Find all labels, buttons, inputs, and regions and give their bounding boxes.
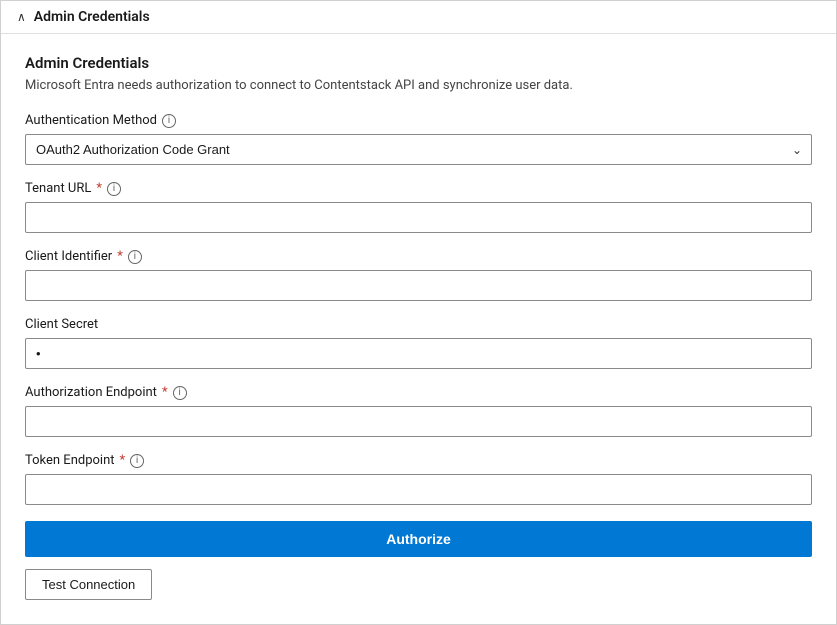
client-secret-field-group: Client Secret <box>25 317 812 369</box>
tenant-url-label: Tenant URL * i <box>25 181 812 196</box>
token-endpoint-field-group: Token Endpoint * i <box>25 453 812 505</box>
client-secret-input[interactable] <box>25 338 812 369</box>
token-endpoint-input[interactable] <box>25 474 812 505</box>
auth-method-select-wrapper: OAuth2 Authorization Code Grant Basic Au… <box>25 134 812 165</box>
auth-method-label-text: Authentication Method <box>25 113 157 128</box>
token-endpoint-info-icon[interactable]: i <box>130 454 144 468</box>
section-description: Microsoft Entra needs authorization to c… <box>25 78 812 93</box>
tenant-url-field-group: Tenant URL * i <box>25 181 812 233</box>
panel-content: Admin Credentials Microsoft Entra needs … <box>1 34 836 624</box>
panel-header-title: Admin Credentials <box>34 9 150 25</box>
token-endpoint-label: Token Endpoint * i <box>25 453 812 468</box>
auth-endpoint-label-text: Authorization Endpoint <box>25 385 157 400</box>
authorize-button[interactable]: Authorize <box>25 521 812 557</box>
client-identifier-info-icon[interactable]: i <box>128 250 142 264</box>
tenant-url-info-icon[interactable]: i <box>107 182 121 196</box>
client-secret-label: Client Secret <box>25 317 812 332</box>
client-identifier-label-text: Client Identifier <box>25 249 112 264</box>
auth-endpoint-field-group: Authorization Endpoint * i <box>25 385 812 437</box>
client-secret-label-text: Client Secret <box>25 317 98 332</box>
buttons-row: Authorize Test Connection <box>25 521 812 600</box>
auth-endpoint-info-icon[interactable]: i <box>173 386 187 400</box>
auth-endpoint-label: Authorization Endpoint * i <box>25 385 812 400</box>
auth-method-info-icon[interactable]: i <box>162 114 176 128</box>
auth-method-label: Authentication Method i <box>25 113 812 128</box>
token-endpoint-label-text: Token Endpoint <box>25 453 115 468</box>
auth-method-field-group: Authentication Method i OAuth2 Authoriza… <box>25 113 812 165</box>
auth-endpoint-required-marker: * <box>162 385 168 400</box>
client-identifier-label: Client Identifier * i <box>25 249 812 264</box>
token-endpoint-required-marker: * <box>120 453 126 468</box>
tenant-url-required-marker: * <box>96 181 102 196</box>
collapse-icon: ∧ <box>17 10 26 24</box>
client-identifier-required-marker: * <box>117 249 123 264</box>
section-title: Admin Credentials <box>25 54 812 72</box>
tenant-url-input[interactable] <box>25 202 812 233</box>
auth-method-select[interactable]: OAuth2 Authorization Code Grant Basic Au… <box>25 134 812 165</box>
test-connection-button[interactable]: Test Connection <box>25 569 152 600</box>
auth-endpoint-input[interactable] <box>25 406 812 437</box>
tenant-url-label-text: Tenant URL <box>25 181 91 196</box>
panel-header[interactable]: ∧ Admin Credentials <box>1 1 836 34</box>
client-identifier-field-group: Client Identifier * i <box>25 249 812 301</box>
client-identifier-input[interactable] <box>25 270 812 301</box>
admin-credentials-panel: ∧ Admin Credentials Admin Credentials Mi… <box>0 0 837 625</box>
